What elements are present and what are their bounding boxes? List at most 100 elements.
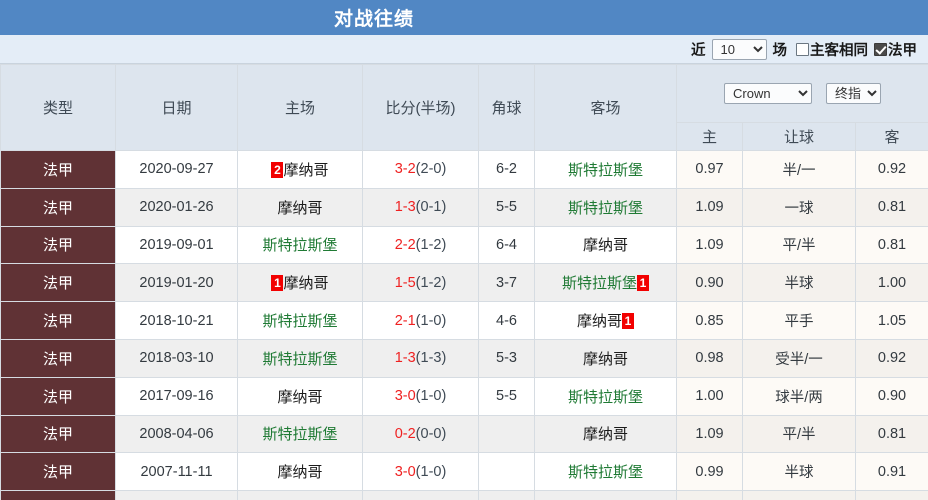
table-row[interactable]: 法甲 2018-10-21 斯特拉斯堡 2-1(1-0) 4-6 摩纳哥 1 0.85 平手 1.… [0,301,928,340]
score-fulltime: 3-2 [394,161,416,178]
table-header-row: 类型 日期 主场 比分(半场) 角球 客场 CrownBet365Macausl… [0,64,928,151]
cell-home-team[interactable]: 2 摩纳哥 [237,150,363,189]
cell-odds-away: 0.81 [854,225,928,265]
team-name: 斯特拉斯堡 [567,199,643,217]
cell-home-team[interactable]: 摩纳哥 [237,452,363,492]
cell-away-team[interactable]: 斯特拉斯堡 [534,452,677,492]
cell-league-type: 法甲 [0,414,116,454]
team-name: 摩纳哥 [283,161,329,179]
cell-odds-away: 1.00 [854,263,928,303]
table-row[interactable]: 法甲 2020-01-26 摩纳哥 1-3(0-1) 5-5 斯特拉斯堡 1.09 一球 0.8… [0,187,928,227]
cell-date: 2007-11-11 [115,452,238,492]
cell-home-team[interactable]: 1 摩纳哥 [237,263,363,303]
cell-odds-home: 1.12 [676,490,743,500]
recent-label: 近 [691,42,706,59]
table-row[interactable]: 法甲 2007-11-11 摩纳哥 3-0(1-0) 斯特拉斯堡 0.99 半球 0.91 [0,452,928,492]
cell-score: 0-2(0-0) [362,414,479,454]
cell-home-team[interactable]: 斯特拉斯堡 [237,338,363,378]
cell-corners: 5-5 [478,376,535,416]
match-count-select[interactable]: 61020全部 [711,38,767,60]
table-row[interactable]: 法甲 2008-04-06 斯特拉斯堡 0-2(0-0) 摩纳哥 1.09 平/半 0.81 [0,414,928,454]
cell-away-team[interactable]: 摩纳哥 [534,414,677,454]
league-filter-checkbox[interactable]: 法甲 [874,39,917,60]
cell-home-team[interactable]: 斯特拉斯堡 [237,414,363,454]
cell-home-team[interactable]: 摩纳哥 [237,187,363,227]
cell-odds-away: 0.91 [854,452,928,492]
cell-corners [478,414,535,454]
cell-home-team[interactable]: 斯特拉斯堡 [237,225,363,265]
table-row[interactable]: 法甲 2019-01-20 1 摩纳哥 1-5(1-2) 3-7 斯特拉斯堡 1 0.90 半球 1… [0,263,928,303]
cell-odds-home: 0.97 [676,150,743,189]
cell-score: 3-0(1-0) [362,376,479,416]
column-header-score: 比分(半场) [362,64,479,151]
cell-away-team[interactable]: 斯特拉斯堡 [534,187,677,227]
league-filter-checkbox-box[interactable] [874,42,887,56]
red-card-badge: 1 [637,275,649,292]
cell-handicap: 平/半 [742,225,856,265]
team-name: 斯特拉斯堡 [561,275,637,293]
same-venue-checkbox[interactable]: 主客相同 [796,39,868,60]
table-row[interactable]: 法甲 2020-09-27 2 摩纳哥 3-2(2-0) 6-2 斯特拉斯堡 0.97 半/一 0… [0,150,928,189]
cell-home-team[interactable]: 摩纳哥 [237,376,363,416]
cell-league-type: 法甲 [0,150,116,189]
table-row[interactable]: 法甲 2018-03-10 斯特拉斯堡 1-3(1-3) 5-3 摩纳哥 0.98 受半/一 0… [0,338,928,378]
cell-corners [478,490,535,500]
score-halftime: (1-0) [415,463,447,480]
team-name: 斯特拉斯堡 [567,464,643,482]
red-card-badge: 1 [271,275,284,292]
cell-date: 2006-01-12 [115,490,238,500]
score-halftime: (1-0) [415,388,447,405]
cell-handicap: 平手 [742,301,856,340]
cell-corners: 6-4 [478,225,535,265]
cell-odds-home: 1.09 [676,187,743,227]
cell-handicap: 球半/两 [742,376,856,416]
cell-date: 2019-09-01 [115,225,238,265]
cell-away-team[interactable]: 摩纳哥 [534,225,677,265]
cell-odds-home: 0.85 [676,301,743,340]
team-name: 摩纳哥 [582,426,628,444]
panel-title-bar: 对战往绩 [0,0,928,35]
score-fulltime: 1-3 [394,199,416,216]
table-row[interactable]: 法甲2006-01-12摩纳哥1-1(0-0) 斯特拉斯堡1.12平/半0.78 [0,490,928,500]
team-name: 摩纳哥 [277,388,323,406]
cell-home-team[interactable]: 斯特拉斯堡 [237,301,363,340]
score-fulltime: 0-2 [394,425,416,442]
score-fulltime: 2-2 [394,236,416,253]
red-card-badge: 1 [622,313,634,330]
cell-handicap: 半/一 [742,150,856,189]
cell-away-team[interactable]: 斯特拉斯堡 [534,490,677,500]
cell-away-team[interactable]: 斯特拉斯堡 1 [534,263,677,303]
team-name: 摩纳哥 [582,237,628,255]
score-fulltime: 2-1 [394,312,416,329]
odds-type-select[interactable]: 初指终指 [826,83,882,104]
cell-score: 1-3(0-1) [362,187,479,227]
cell-corners: 6-2 [478,150,535,189]
team-name: 斯特拉斯堡 [567,388,643,406]
column-header-odds-away: 客 [854,122,928,151]
cell-corners: 3-7 [478,263,535,303]
cell-score: 1-5(1-2) [362,263,479,303]
cell-odds-home: 1.09 [676,414,743,454]
cell-away-team[interactable]: 斯特拉斯堡 [534,376,677,416]
table-row[interactable]: 法甲 2019-09-01 斯特拉斯堡 2-2(1-2) 6-4 摩纳哥 1.09 平/半 0.… [0,225,928,265]
cell-handicap: 一球 [742,187,856,227]
cell-away-team[interactable]: 斯特拉斯堡 [534,150,677,189]
cell-home-team[interactable]: 摩纳哥 [237,490,363,500]
score-fulltime: 1-5 [394,274,416,291]
column-header-away: 客场 [534,64,677,151]
column-header-corner: 角球 [478,64,535,151]
cell-away-team[interactable]: 摩纳哥 1 [534,301,677,340]
score-fulltime: 3-0 [394,463,416,480]
score-halftime: (1-0) [415,312,447,329]
cell-league-type: 法甲 [0,263,116,303]
cell-league-type: 法甲 [0,490,116,500]
table-row[interactable]: 法甲 2017-09-16 摩纳哥 3-0(1-0) 5-5 斯特拉斯堡 1.00 球半/两 0… [0,376,928,416]
same-venue-checkbox-box[interactable] [796,42,809,56]
team-name: 斯特拉斯堡 [567,161,643,179]
cell-league-type: 法甲 [0,301,116,340]
head-to-head-table: 类型 日期 主场 比分(半场) 角球 客场 CrownBet365Macausl… [0,64,928,500]
cell-away-team[interactable]: 摩纳哥 [534,338,677,378]
odds-company-select[interactable]: CrownBet365Macauslot [724,83,813,104]
team-name: 摩纳哥 [283,275,329,293]
cell-handicap: 平/半 [742,414,856,454]
